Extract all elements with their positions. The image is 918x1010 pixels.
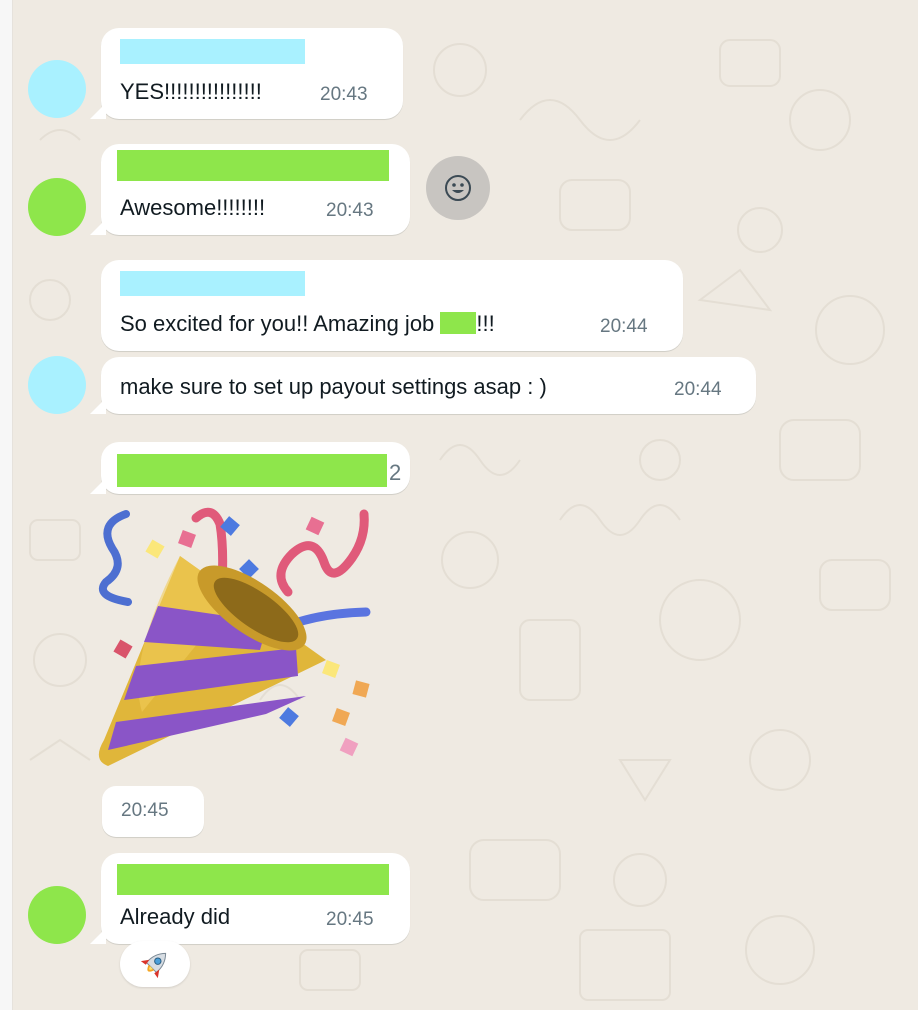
sender-header-bubble[interactable]: 2 [90, 442, 410, 494]
message-text: Awesome!!!!!!!! [120, 195, 266, 220]
avatar[interactable] [28, 886, 86, 944]
sender-name-suffix: 2 [389, 460, 402, 485]
redacted-name [440, 312, 477, 334]
react-button[interactable] [426, 156, 490, 220]
sender-name-redacted [120, 39, 305, 64]
avatar[interactable] [28, 356, 86, 414]
message-bubble[interactable]: Already did 20:45 [90, 853, 410, 944]
message-text: So excited for you!! Amazing job !!! [120, 311, 495, 336]
message-text: Already did [120, 904, 231, 929]
message-bubble[interactable]: Awesome!!!!!!!! 20:43 [90, 144, 410, 235]
party-popper-sticker[interactable] [96, 500, 386, 780]
message-bubble[interactable]: So excited for you!! Amazing job !!! 20:… [101, 260, 683, 351]
message-text: YES!!!!!!!!!!!!!!!! [120, 79, 262, 104]
avatar[interactable] [28, 178, 86, 236]
message-time: 20:43 [320, 84, 368, 105]
message-time: 20:44 [600, 316, 648, 337]
message-bubble[interactable]: make sure to set up payout settings asap… [90, 357, 756, 414]
sender-name-redacted [120, 271, 305, 296]
sticker-time-bubble: 20:45 [102, 786, 204, 837]
message-time: 20:45 [326, 909, 374, 930]
message-time: 20:43 [326, 200, 374, 221]
rocket-icon [140, 952, 167, 979]
message-text: make sure to set up payout settings asap… [120, 374, 547, 399]
message-time: 20:44 [674, 379, 722, 400]
avatar[interactable] [28, 60, 86, 118]
reaction-pill[interactable] [120, 941, 190, 987]
sender-name-redacted [117, 454, 387, 487]
sidebar-edge [0, 0, 13, 1010]
sender-name-redacted [117, 150, 389, 181]
sender-name-redacted [117, 864, 389, 895]
message-time: 20:45 [121, 800, 169, 821]
message-bubble[interactable]: YES!!!!!!!!!!!!!!!! 20:43 [90, 28, 403, 119]
smiley-icon [445, 175, 471, 201]
